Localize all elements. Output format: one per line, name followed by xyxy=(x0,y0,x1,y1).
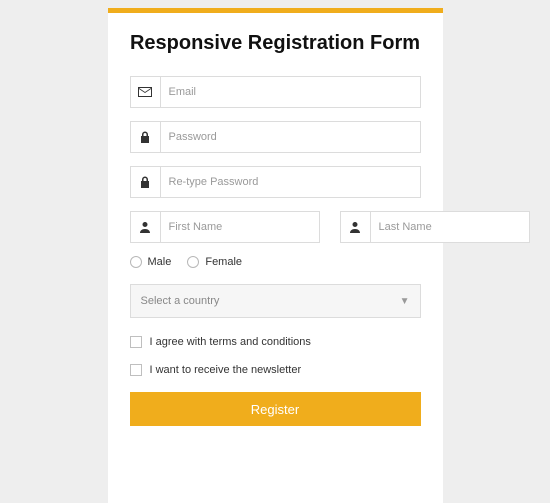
radio-male-label: Male xyxy=(148,256,172,268)
terms-checkbox[interactable]: I agree with terms and conditions xyxy=(130,336,421,348)
page-title: Responsive Registration Form xyxy=(130,31,421,56)
country-select[interactable]: Select a country ▼ xyxy=(130,284,421,318)
email-input[interactable] xyxy=(161,77,420,107)
email-field-wrap xyxy=(130,76,421,108)
gender-radios: Male Female xyxy=(130,256,421,268)
lock-icon xyxy=(131,122,161,152)
lock-icon xyxy=(131,167,161,197)
radio-male[interactable]: Male xyxy=(130,256,172,268)
registration-card: Responsive Registration Form xyxy=(108,8,443,503)
user-icon xyxy=(131,212,161,242)
repassword-input[interactable] xyxy=(161,167,420,197)
user-icon xyxy=(341,212,371,242)
terms-label: I agree with terms and conditions xyxy=(150,336,311,348)
country-placeholder: Select a country xyxy=(141,295,220,307)
firstname-input[interactable] xyxy=(161,212,319,242)
name-row xyxy=(130,211,421,243)
radio-icon xyxy=(130,256,142,268)
radio-female[interactable]: Female xyxy=(187,256,242,268)
checkbox-icon xyxy=(130,364,142,376)
newsletter-checkbox[interactable]: I want to receive the newsletter xyxy=(130,364,421,376)
password-row xyxy=(130,121,421,153)
password-input[interactable] xyxy=(161,122,420,152)
radio-female-label: Female xyxy=(205,256,242,268)
chevron-down-icon: ▼ xyxy=(400,296,410,307)
register-button[interactable]: Register xyxy=(130,392,421,426)
firstname-field-wrap xyxy=(130,211,320,243)
lastname-input[interactable] xyxy=(371,212,529,242)
repassword-row xyxy=(130,166,421,198)
newsletter-label: I want to receive the newsletter xyxy=(150,364,302,376)
repassword-field-wrap xyxy=(130,166,421,198)
envelope-icon xyxy=(131,77,161,107)
radio-icon xyxy=(187,256,199,268)
checkbox-icon xyxy=(130,336,142,348)
password-field-wrap xyxy=(130,121,421,153)
email-row xyxy=(130,76,421,108)
lastname-field-wrap xyxy=(340,211,530,243)
